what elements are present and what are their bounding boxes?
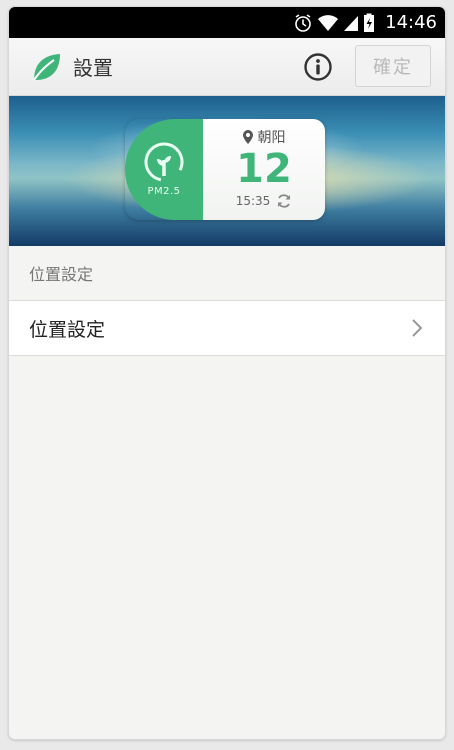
refresh-icon[interactable] xyxy=(276,193,292,209)
section-header: 位置設定 xyxy=(9,246,445,301)
alarm-icon xyxy=(293,13,313,33)
location-pin-icon xyxy=(242,130,253,144)
tree-icon xyxy=(144,142,184,182)
pm25-label: PM2.5 xyxy=(147,186,181,197)
location-settings-label: 位置設定 xyxy=(29,318,106,341)
location-name: 朝阳 xyxy=(257,130,286,146)
pm25-banner: PM2.5 朝阳 12 15:35 xyxy=(9,96,445,246)
info-icon[interactable] xyxy=(303,52,333,82)
action-bar: 設置 確定 xyxy=(9,38,445,96)
signal-icon xyxy=(343,14,359,32)
updated-time: 15:35 xyxy=(235,194,271,208)
leaf-icon xyxy=(33,53,60,81)
pm25-badge: PM2.5 xyxy=(125,119,203,220)
status-bar: 14:46 xyxy=(9,7,445,38)
page-title: 設置 xyxy=(73,56,113,80)
wifi-icon xyxy=(317,14,339,32)
battery-icon xyxy=(363,13,375,33)
chevron-right-icon xyxy=(412,319,423,337)
confirm-button[interactable]: 確定 xyxy=(355,45,431,87)
pm25-reading: 朝阳 12 15:35 xyxy=(203,119,325,220)
pm25-widget[interactable]: PM2.5 朝阳 12 15:35 xyxy=(125,119,325,220)
location-settings-row[interactable]: 位置設定 xyxy=(9,301,445,356)
device-frame: 14:46 設置 確定 PM2.5 朝阳 12 15:35 位置設定 位置設定 xyxy=(9,7,445,739)
pm25-value: 12 xyxy=(236,146,292,192)
status-time: 14:46 xyxy=(385,12,437,33)
